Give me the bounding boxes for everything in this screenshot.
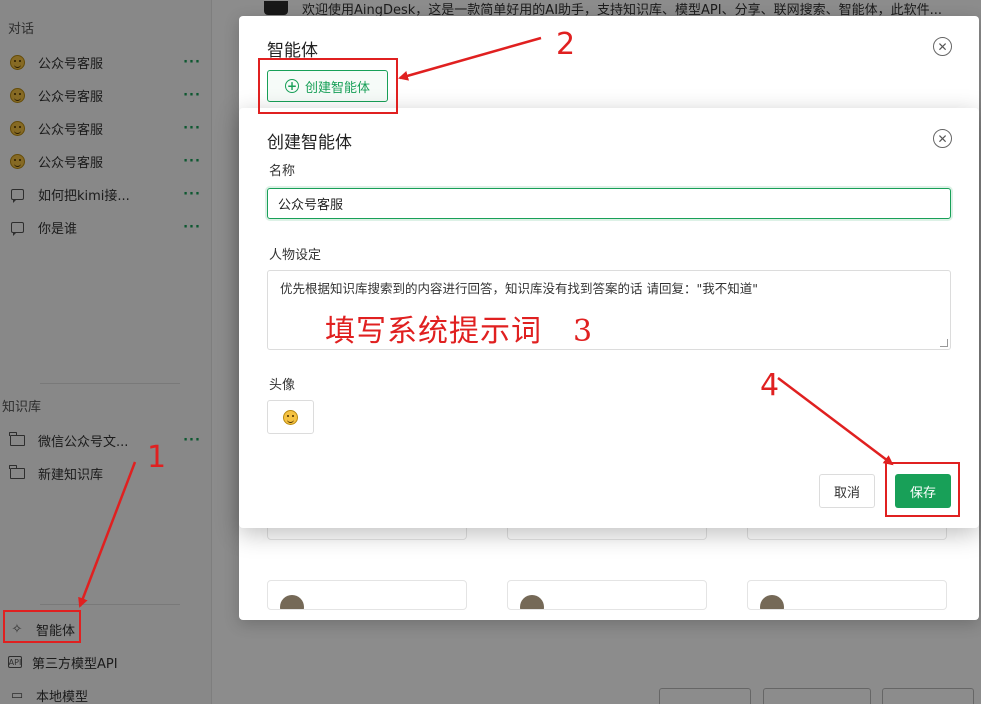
annotation-step-2: 2: [556, 27, 576, 62]
name-label: 名称: [269, 164, 296, 179]
close-icon[interactable]: ✕: [933, 129, 952, 148]
persona-label: 人物设定: [269, 248, 322, 263]
annotation-step-4: 4: [760, 368, 780, 403]
name-input[interactable]: [267, 188, 951, 219]
avatar: [760, 595, 784, 609]
agent-card[interactable]: [507, 580, 707, 610]
avatar-picker-button[interactable]: [267, 400, 314, 434]
persona-text: 优先根据知识库搜索到的内容进行回答，知识库没有找到答案的话 请回复："我不知道": [280, 281, 758, 296]
annotation-box-save-button: [885, 462, 960, 517]
annotation-step-1: 1: [147, 440, 167, 475]
emoji-face-icon: [283, 409, 298, 425]
annotation-box-create-button: [258, 58, 398, 114]
avatar: [280, 595, 304, 609]
agent-card[interactable]: [267, 580, 467, 610]
annotation-step-3: 填写系统提示词 3: [325, 314, 594, 349]
create-dialog-title: 创建智能体: [267, 133, 352, 153]
annotation-box-agent-nav: [3, 610, 81, 643]
avatar: [520, 595, 544, 609]
close-icon[interactable]: ✕: [933, 37, 952, 56]
avatar-label: 头像: [269, 378, 296, 393]
cancel-button[interactable]: 取消: [819, 474, 875, 508]
resize-handle-icon[interactable]: [940, 339, 948, 347]
agent-card[interactable]: [747, 580, 947, 610]
